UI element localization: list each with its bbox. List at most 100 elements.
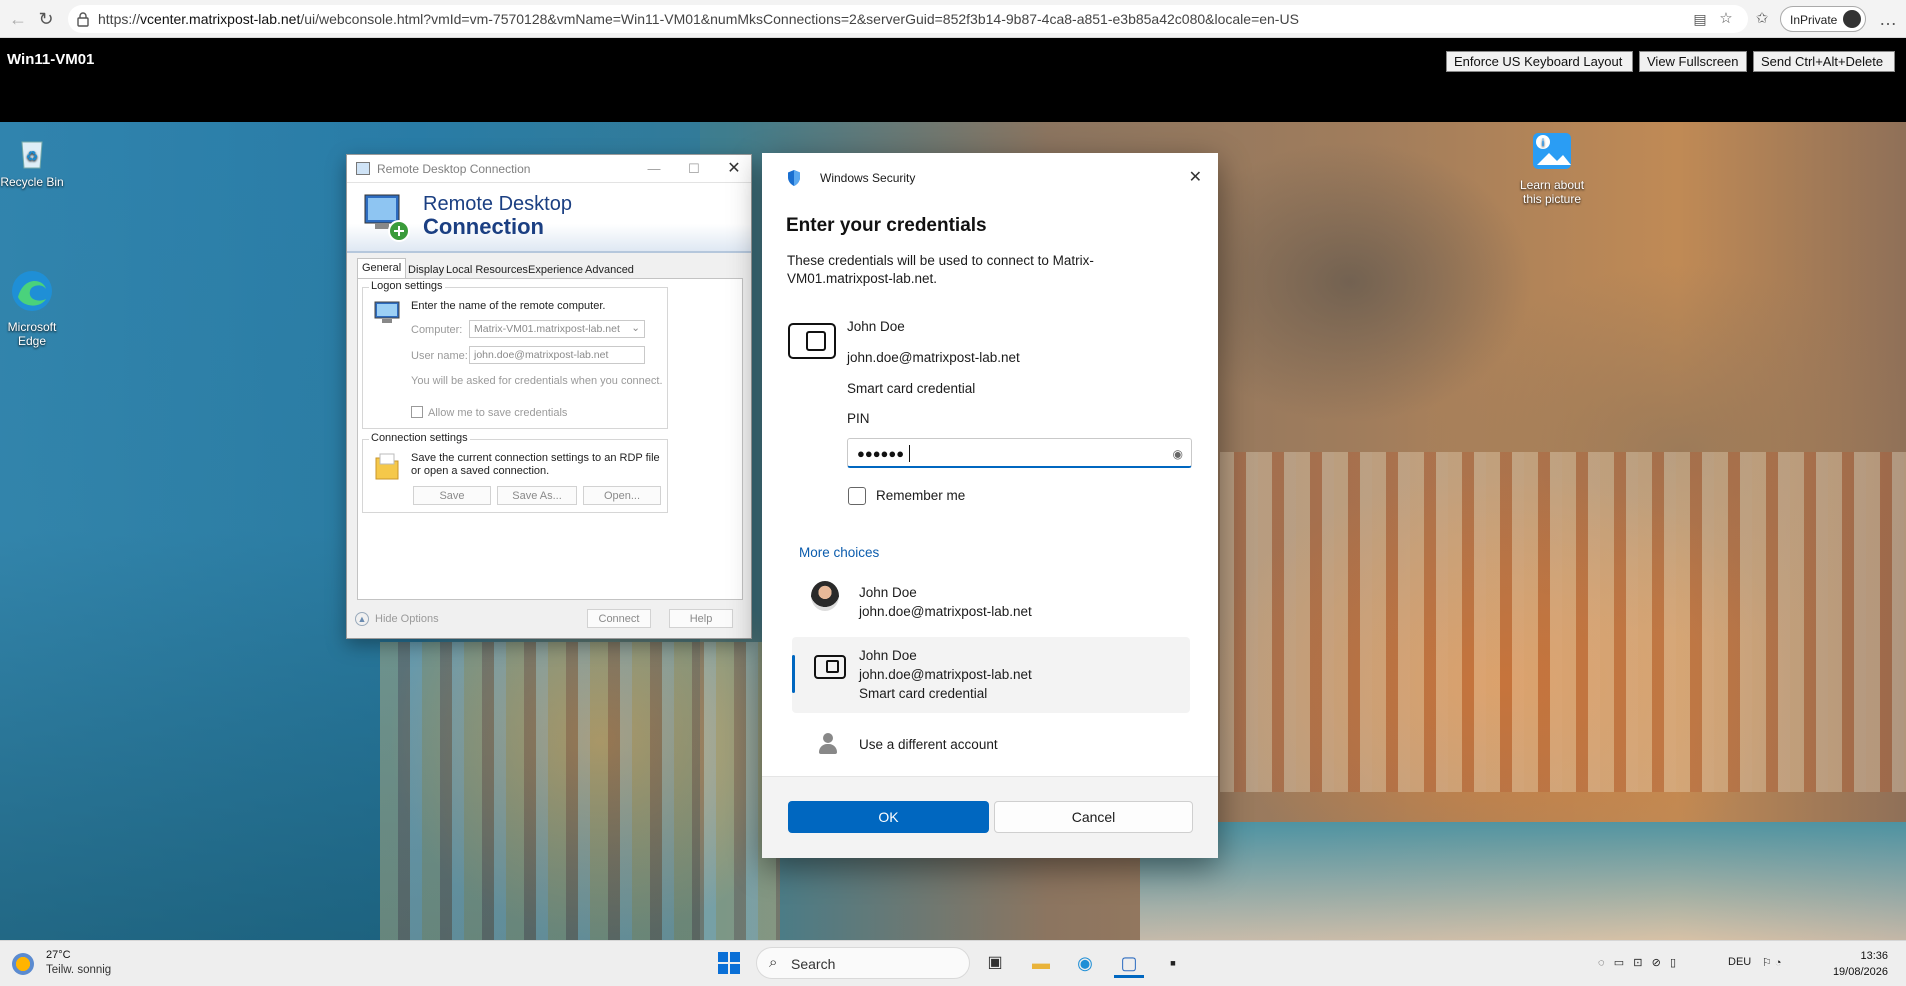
pin-input[interactable]: ●●●●●● ◉ (847, 438, 1192, 468)
task-view-icon[interactable]: ▣ (980, 948, 1010, 978)
tray-icons[interactable]: ◌ ▭ ⊡ ⊘ ▯ (1598, 956, 1676, 969)
url-text: https://vcenter.matrixpost-lab.net/ui/we… (98, 11, 1299, 27)
file-explorer-icon[interactable]: ▬ (1026, 948, 1056, 978)
remote-desktop-taskbar-icon[interactable]: ▢ (1114, 948, 1144, 978)
credentials-hint: You will be asked for credentials when y… (411, 375, 663, 387)
weather-temperature: 27°C (46, 949, 71, 961)
lock-icon (77, 12, 89, 27)
taskbar-search[interactable]: ⌕ Search (756, 947, 970, 979)
enforce-keyboard-button[interactable]: Enforce US Keyboard Layout (1446, 51, 1633, 72)
clock[interactable]: 13:36 19/08/2026 (1833, 948, 1888, 980)
cancel-button[interactable]: Cancel (994, 801, 1193, 833)
favorites-icon[interactable]: ✩ (1750, 7, 1774, 31)
desktop-icon-learn-picture[interactable]: i Learn about this picture (1517, 129, 1587, 206)
close-icon[interactable]: ✕ (1189, 167, 1202, 187)
recycle-bin-icon: ♻ (21, 141, 43, 169)
desktop-icon-edge[interactable]: Microsoft Edge (0, 267, 67, 348)
allow-save-checkbox[interactable] (411, 406, 423, 418)
remember-me-checkbox[interactable] (848, 487, 866, 505)
account-option-different[interactable]: Use a different account (792, 723, 1192, 763)
maximize-icon[interactable]: ☐ (679, 159, 709, 179)
chevron-down-icon: ⌄ (631, 322, 640, 334)
account-option-smart-card[interactable]: John Doe john.doe@matrixpost-lab.net Sma… (792, 637, 1190, 713)
terminal-icon[interactable]: ▪ (1158, 948, 1188, 978)
minimize-icon[interactable]: — (639, 159, 669, 179)
logon-settings-title: Logon settings (369, 280, 445, 292)
tab-local-resources[interactable]: Local Resources (441, 261, 533, 279)
windows-security-dialog: Windows Security ✕ Enter your credential… (762, 153, 1218, 858)
hide-options-link[interactable]: Hide Options (375, 613, 439, 625)
favorite-add-icon[interactable]: ☆ (1714, 7, 1738, 31)
rdp-footer: ▲ Hide Options Connect Help (347, 600, 751, 638)
allow-save-label: Allow me to save credentials (428, 407, 568, 419)
rdp-general-pane: Logon settings Enter the name of the rem… (357, 278, 743, 600)
ok-button[interactable]: OK (788, 801, 989, 833)
help-button[interactable]: Help (669, 609, 733, 628)
open-button[interactable]: Open... (583, 486, 661, 505)
wallpaper-bay (1140, 822, 1906, 940)
account-email: john.doe@matrixpost-lab.net (859, 667, 1032, 682)
dialog-title: Enter your credentials (786, 215, 987, 236)
credential-user-email: john.doe@matrixpost-lab.net (847, 350, 1020, 365)
clock-date: 19/08/2026 (1832, 966, 1888, 978)
address-bar[interactable]: https://vcenter.matrixpost-lab.net/ui/we… (68, 5, 1748, 33)
view-fullscreen-button[interactable]: View Fullscreen (1639, 51, 1747, 72)
save-button[interactable]: Save (413, 486, 491, 505)
text-caret (909, 445, 910, 462)
username-field[interactable]: john.doe@matrixpost-lab.net (469, 346, 645, 364)
send-ctrl-alt-delete-button[interactable]: Send Ctrl+Alt+Delete (1753, 51, 1895, 72)
logon-hint: Enter the name of the remote computer. (411, 300, 606, 312)
account-name: John Doe (859, 648, 917, 663)
learn-picture-label: Learn about this picture (1519, 178, 1585, 206)
vm-console-header: Win11-VM01 Enforce US Keyboard Layout Vi… (0, 38, 1906, 122)
back-icon[interactable]: ← (6, 7, 30, 31)
edge-taskbar-icon[interactable]: ◉ (1070, 948, 1100, 978)
account-name: John Doe (859, 585, 917, 600)
computer-label: Computer: (411, 324, 463, 336)
account-option-john-doe[interactable]: John Doe john.doe@matrixpost-lab.net (792, 573, 1192, 631)
language-indicator[interactable]: DEU (1728, 956, 1751, 968)
reveal-password-icon[interactable]: ◉ (1173, 447, 1183, 461)
profile-avatar (1843, 10, 1861, 28)
more-choices-link[interactable]: More choices (799, 545, 879, 560)
save-as-button[interactable]: Save As... (497, 486, 577, 505)
computer-value: Matrix-VM01.matrixpost-lab.net (474, 323, 620, 335)
more-icon[interactable]: … (1876, 7, 1900, 31)
connect-button[interactable]: Connect (587, 609, 651, 628)
network-volume-icons[interactable]: ⚐ ◔ (1762, 956, 1782, 969)
start-button[interactable] (714, 948, 744, 978)
inprivate-label: InPrivate (1790, 13, 1838, 27)
dialog-footer: OK Cancel (762, 776, 1218, 858)
tab-general[interactable]: General (357, 258, 407, 279)
reader-icon[interactable]: ▤ (1688, 7, 1712, 31)
edge-icon (12, 271, 52, 311)
clock-time: 13:36 (1860, 950, 1888, 962)
search-icon: ⌕ (769, 954, 778, 971)
shield-icon (788, 170, 800, 186)
svg-text:i: i (1542, 138, 1545, 149)
account-email: john.doe@matrixpost-lab.net (859, 604, 1032, 619)
rdp-window-title: Remote Desktop Connection (377, 162, 531, 176)
pin-label: PIN (847, 411, 870, 426)
search-label: Search (791, 956, 836, 972)
logon-settings-group: Logon settings Enter the name of the rem… (362, 280, 668, 429)
close-icon[interactable]: ✕ (719, 159, 749, 179)
username-label: User name: (411, 350, 468, 362)
smart-card-icon (788, 323, 836, 359)
weather-condition: Teilw. sonnig (46, 964, 112, 976)
inprivate-button[interactable]: InPrivate (1780, 6, 1866, 32)
connection-hint: Save the current connection settings to … (411, 452, 660, 477)
rdp-app-icon (356, 162, 370, 175)
vm-title: Win11-VM01 (7, 51, 95, 68)
refresh-icon[interactable]: ↻ (34, 7, 58, 31)
dialog-description: These credentials will be used to connec… (787, 253, 1094, 286)
wallpaper-town-lower (380, 642, 780, 940)
tab-experience[interactable]: Experience (523, 261, 588, 279)
rdp-monitor-icon (364, 194, 410, 242)
desktop-icon-recycle-bin[interactable]: ♻ Recycle Bin (0, 134, 67, 189)
avatar (811, 581, 839, 611)
tab-advanced[interactable]: Advanced (580, 261, 639, 279)
rdp-window: Remote Desktop Connection — ☐ ✕ Remote D… (346, 154, 752, 639)
chevron-up-icon[interactable]: ▲ (355, 612, 369, 626)
computer-combobox[interactable]: Matrix-VM01.matrixpost-lab.net ⌄ (469, 320, 645, 338)
